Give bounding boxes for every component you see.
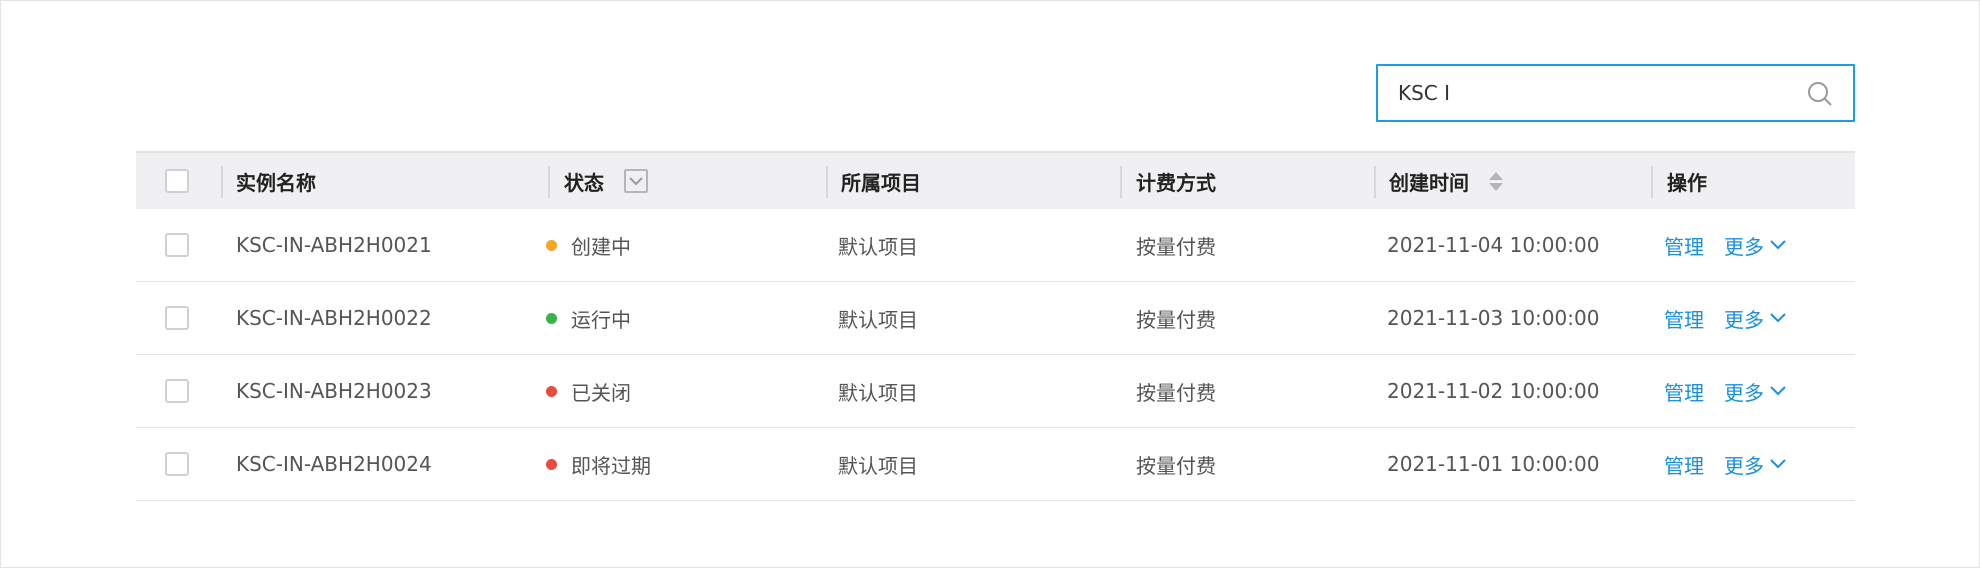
actions-cell: 管理 更多 (1664, 355, 1786, 427)
chevron-down-icon (1770, 313, 1786, 323)
chevron-down-icon (1770, 386, 1786, 396)
created-time-cell: 2021-11-04 10:00:00 (1387, 233, 1600, 257)
billing-cell: 按量付费 (1136, 307, 1216, 332)
column-divider[interactable] (1651, 166, 1653, 198)
project-cell: 默认项目 (838, 380, 918, 405)
status-dot (546, 239, 557, 251)
select-all-cell (165, 153, 189, 209)
manage-link[interactable]: 管理 (1664, 231, 1704, 260)
column-divider[interactable] (1120, 166, 1122, 198)
row-checkbox[interactable] (165, 233, 189, 257)
row-checkbox[interactable] (165, 379, 189, 403)
billing-cell: 按量付费 (1136, 380, 1216, 405)
more-dropdown[interactable]: 更多 (1724, 304, 1786, 333)
status-text: 创建中 (571, 234, 631, 259)
search-input[interactable] (1398, 66, 1798, 120)
status-text: 即将过期 (571, 453, 651, 478)
search-box[interactable] (1376, 64, 1855, 122)
actions-cell: 管理 更多 (1664, 428, 1786, 500)
status-text: 已关闭 (571, 380, 631, 405)
page-frame: 实例名称 状态 所属项目 计费方式 创建时间 (0, 0, 1980, 568)
row-checkbox[interactable] (165, 306, 189, 330)
header-status-label: 状态 (564, 170, 604, 195)
select-all-checkbox[interactable] (165, 169, 189, 193)
project-cell: 默认项目 (838, 453, 918, 478)
manage-link[interactable]: 管理 (1664, 377, 1704, 406)
billing-cell: 按量付费 (1136, 234, 1216, 259)
more-link: 更多 (1724, 453, 1764, 478)
status-filter-button[interactable] (624, 169, 648, 193)
created-time-cell: 2021-11-01 10:00:00 (1387, 452, 1600, 476)
table-row: KSC-IN-ABH2H0023 已关闭 默认项目 按量付费 2021-11-0… (136, 355, 1855, 428)
instance-table: 实例名称 状态 所属项目 计费方式 创建时间 操作 KSC-IN-ABH2H00… (136, 151, 1855, 501)
more-dropdown[interactable]: 更多 (1724, 377, 1786, 406)
actions-cell: 管理 更多 (1664, 209, 1786, 281)
column-divider[interactable] (221, 166, 223, 198)
actions-cell: 管理 更多 (1664, 282, 1786, 354)
created-time-cell: 2021-11-02 10:00:00 (1387, 379, 1600, 403)
row-select-cell (165, 428, 189, 500)
header-billing: 计费方式 (1136, 170, 1216, 195)
chevron-down-icon (1770, 240, 1786, 250)
sort-asc-icon (1489, 171, 1503, 180)
header-project: 所属项目 (841, 170, 921, 195)
header-status: 状态 (564, 153, 648, 209)
status-cell: 创建中 (546, 209, 631, 281)
instance-name: KSC-IN-ABH2H0024 (236, 452, 432, 476)
column-divider[interactable] (1374, 166, 1376, 198)
sort-icon[interactable] (1489, 171, 1503, 191)
manage-link[interactable]: 管理 (1664, 450, 1704, 479)
created-time-cell: 2021-11-03 10:00:00 (1387, 306, 1600, 330)
status-cell: 即将过期 (546, 428, 651, 500)
search-icon[interactable] (1807, 81, 1833, 107)
table-header: 实例名称 状态 所属项目 计费方式 创建时间 操作 (136, 151, 1855, 209)
more-link: 更多 (1724, 380, 1764, 405)
instance-name: KSC-IN-ABH2H0021 (236, 233, 432, 257)
more-dropdown[interactable]: 更多 (1724, 231, 1786, 260)
header-created: 创建时间 (1389, 153, 1503, 209)
more-link: 更多 (1724, 234, 1764, 259)
project-cell: 默认项目 (838, 307, 918, 332)
instance-name: KSC-IN-ABH2H0023 (236, 379, 432, 403)
column-divider[interactable] (826, 166, 828, 198)
row-select-cell (165, 355, 189, 427)
instance-name: KSC-IN-ABH2H0022 (236, 306, 432, 330)
row-select-cell (165, 282, 189, 354)
billing-cell: 按量付费 (1136, 453, 1216, 478)
row-select-cell (165, 209, 189, 281)
chevron-down-icon (1770, 459, 1786, 469)
header-actions: 操作 (1667, 170, 1707, 195)
column-divider[interactable] (548, 166, 550, 198)
sort-desc-icon (1489, 182, 1503, 191)
status-cell: 运行中 (546, 282, 631, 354)
more-link: 更多 (1724, 307, 1764, 332)
status-dot (546, 458, 557, 470)
table-row: KSC-IN-ABH2H0021 创建中 默认项目 按量付费 2021-11-0… (136, 209, 1855, 282)
more-dropdown[interactable]: 更多 (1724, 450, 1786, 479)
header-created-label: 创建时间 (1389, 170, 1469, 195)
row-checkbox[interactable] (165, 452, 189, 476)
manage-link[interactable]: 管理 (1664, 304, 1704, 333)
table-row: KSC-IN-ABH2H0022 运行中 默认项目 按量付费 2021-11-0… (136, 282, 1855, 355)
project-cell: 默认项目 (838, 234, 918, 259)
chevron-down-icon (629, 177, 643, 186)
table-row: KSC-IN-ABH2H0024 即将过期 默认项目 按量付费 2021-11-… (136, 428, 1855, 501)
status-text: 运行中 (571, 307, 631, 332)
header-name: 实例名称 (236, 170, 316, 195)
status-dot (546, 385, 557, 397)
status-dot (546, 312, 557, 324)
status-cell: 已关闭 (546, 355, 631, 427)
